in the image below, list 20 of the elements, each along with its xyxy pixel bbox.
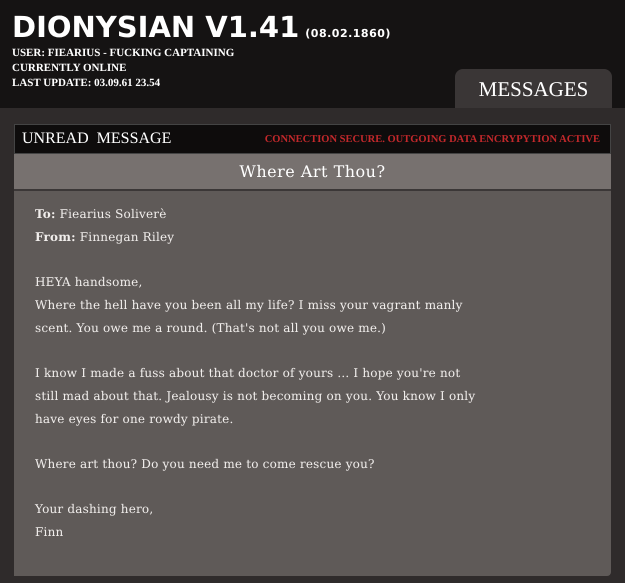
message-text-line: I know I made a fuss about that doctor of yours ... I hope you're not — [35, 365, 462, 382]
message-text-line: HEYA handsome, — [35, 274, 144, 291]
message-field: To: Fiearius Soliverè — [35, 203, 590, 226]
app-date: (08.02.1860) — [305, 27, 391, 40]
unread-message-label: UNREAD MESSAGE — [22, 130, 172, 148]
user-info-line: CURRENTLY ONLINE — [12, 61, 128, 76]
messages-tab[interactable]: MESSAGES — [455, 69, 612, 108]
message-text-line: still mad about that. Jealousy is not becoming on you. You know I only — [35, 388, 476, 405]
user-info-line: USER: FIEARIUS - FUCKING CAPTAINING — [12, 46, 236, 61]
message-text-line: have eyes for one rowdy pirate. — [35, 411, 234, 428]
message-text-line: Where art thou? Do you need me to come rescue you? — [35, 456, 376, 473]
app-title: DIONYSIAN V1.41 — [12, 9, 300, 46]
message-field: From: Finnegan Riley — [35, 226, 590, 249]
message-text-line: Where the hell have you been all my life? I miss your vagrant manly — [35, 297, 464, 314]
connection-status: CONNECTION SECURE. OUTGOING DATA ENCRYPYTION ACTIVE — [264, 134, 600, 144]
message-text-line: Your dashing hero, — [35, 501, 154, 518]
user-info-line: LAST UPDATE: 03.09.61 23.54 — [12, 76, 162, 91]
message-subject: Where Art Thou? — [239, 162, 386, 181]
message-text-line: Finn — [35, 524, 64, 541]
message-text-line: scent. You owe me a round. (That's not all you owe me.) — [35, 320, 388, 337]
